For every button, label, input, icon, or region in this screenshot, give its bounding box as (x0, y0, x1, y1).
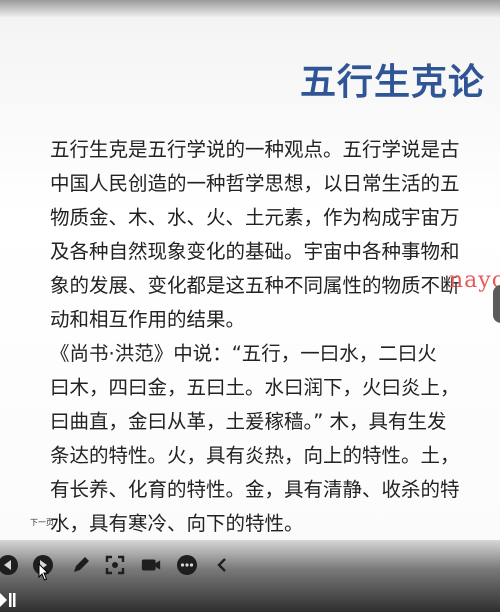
pen-icon (74, 557, 89, 572)
paragraph-line: 条达的特性。火，具有炎热，向上的特性。土， (50, 444, 460, 467)
more-icon (177, 555, 197, 575)
next-page-label[interactable]: 下一页 (30, 517, 54, 528)
paragraph-line: 及各种自然现象变化的基础。宇宙中各种事物和 (50, 240, 460, 263)
mouse-cursor-icon (38, 563, 50, 581)
more-button[interactable] (176, 554, 198, 576)
slide-title: 五行生克论 (300, 62, 486, 103)
side-handle[interactable] (493, 285, 500, 323)
paragraph-line: 物质金、木、水、火、土元素，作为构成宇宙万 (50, 206, 460, 229)
slide: 五行生克论 五行生克是五行学说的一种观点。五行学说是古 中国人民创造的一种哲学思… (0, 0, 500, 540)
paragraph-line: 《尚书·洪范》中说：“五行，一曰水，二曰火 (50, 342, 437, 365)
fullscreen-button[interactable] (104, 554, 126, 576)
chevron-left-icon (217, 558, 226, 572)
collapse-button[interactable] (212, 554, 234, 576)
prev-button[interactable] (0, 554, 19, 576)
play-pause-icon[interactable] (0, 590, 16, 610)
paragraph-line: 中国人民创造的一种哲学思想，以日常生活的五 (50, 172, 460, 195)
pen-button[interactable] (70, 554, 92, 576)
top-shadow-band (0, 0, 500, 18)
fullscreen-icon (105, 555, 125, 575)
watermark: nayo (449, 268, 500, 293)
play-back-icon (0, 555, 18, 575)
paragraph-line: 五行生克是五行学说的一种观点。五行学说是古 (50, 138, 460, 161)
camera-icon (141, 559, 161, 571)
paragraph-2: 《尚书·洪范》中说：“五行，一曰水，二曰火 曰木，四曰金，五曰土。水曰润下，火曰… (50, 337, 500, 540)
paragraph-line: 水，具有寒冷、向下的特性。 (50, 512, 304, 535)
paragraph-line: 曰曲直，金曰从革，土爰稼穑。” 木，具有生发 (50, 410, 447, 433)
paragraph-line: 有长养、化育的特性。金，具有清静、收杀的特 (50, 478, 460, 501)
paragraph-line: 动和相互作用的结果。 (50, 308, 246, 331)
paragraph-line: 曰木，四曰金，五曰土。水曰润下，火曰炎上， (50, 376, 460, 399)
paragraph-1: 五行生克是五行学说的一种观点。五行学说是古 中国人民创造的一种哲学思想，以日常生… (50, 133, 500, 337)
player-toolbar (0, 540, 500, 612)
camera-button[interactable] (140, 554, 162, 576)
paragraph-line: 象的发展、变化都是这五种不同属性的物质不断 (50, 274, 460, 297)
